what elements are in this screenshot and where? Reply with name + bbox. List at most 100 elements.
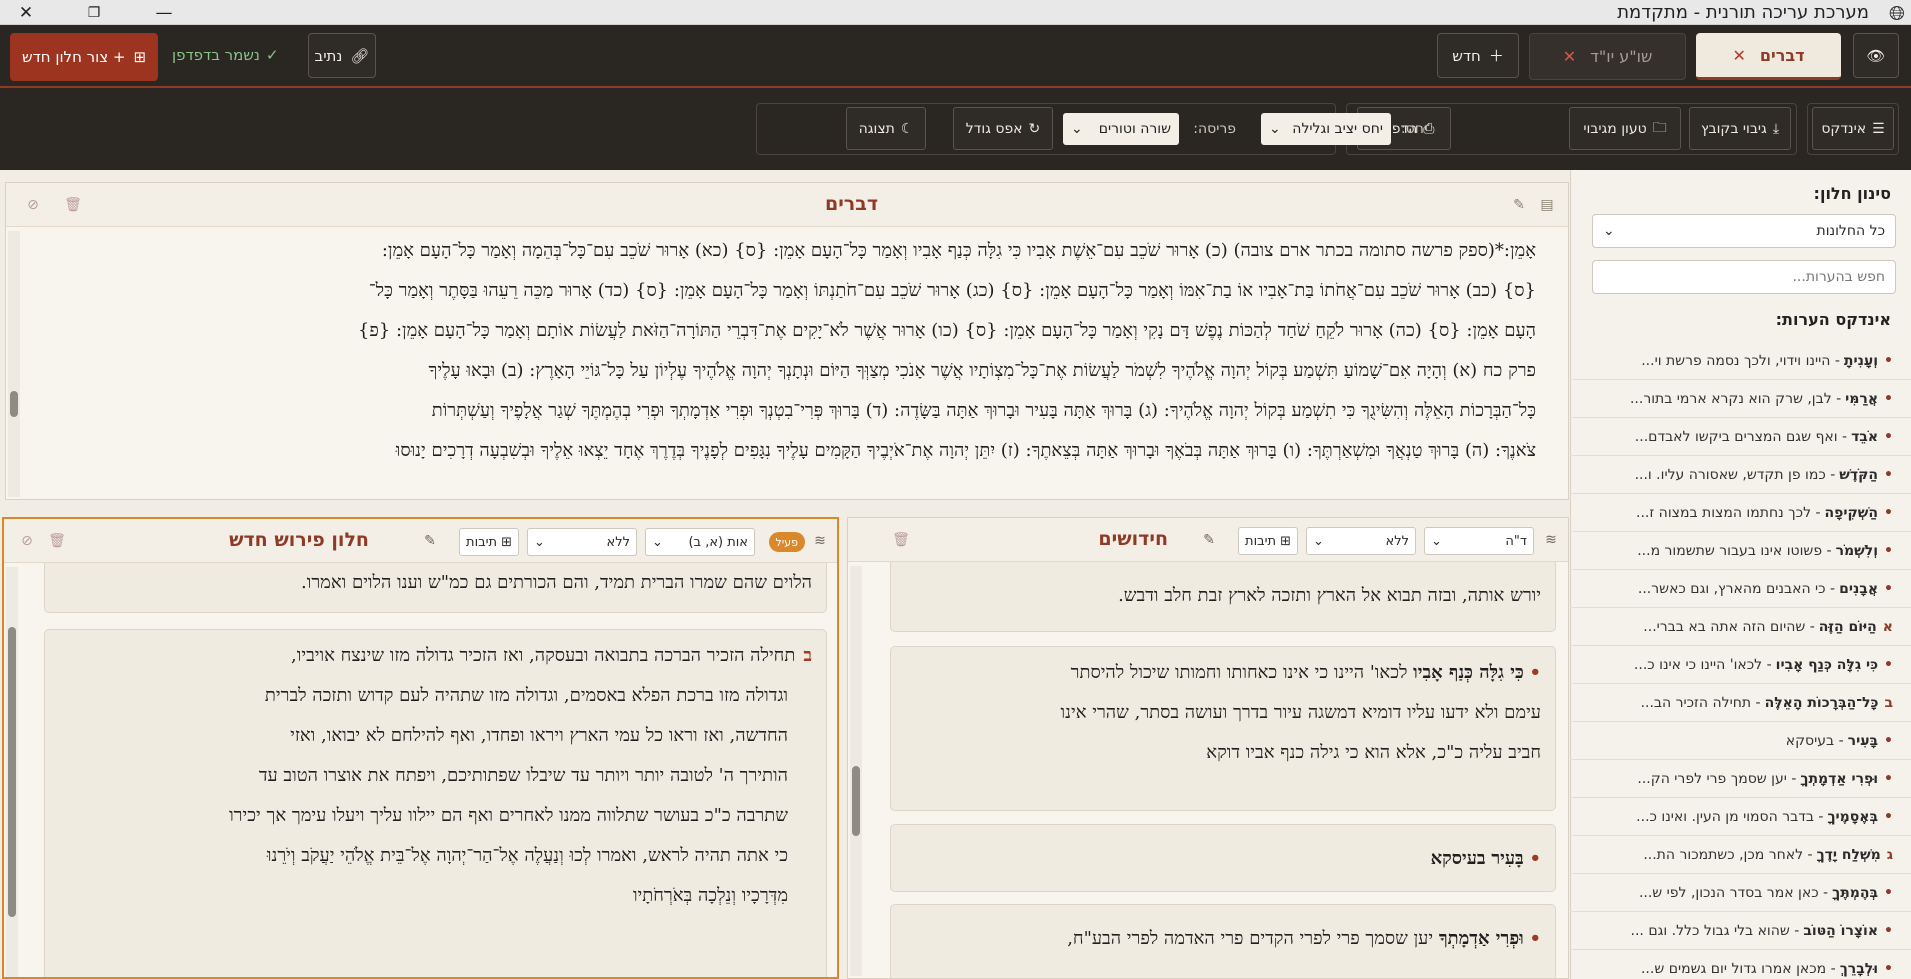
display-button[interactable]: ☾ תצוגה bbox=[846, 107, 926, 150]
index-item[interactable]: • הַשְׁקִיפָה - לכך נחתמו המצות במצוה ז..… bbox=[1570, 494, 1911, 532]
index-item-marker: • bbox=[1884, 390, 1893, 407]
index-item-head: אוֹצָרוֹ הַטּוֹב bbox=[1803, 922, 1879, 939]
index-item-head: וּלְבָרֵךְ bbox=[1839, 960, 1879, 977]
main-scrollbar[interactable] bbox=[8, 231, 20, 497]
relation-label: יחס: bbox=[1400, 121, 1427, 137]
index-item[interactable]: ב כָּל־הַבְּרָכוֹת הָאֵלֶּה - תחילה הזכיר… bbox=[1570, 684, 1911, 722]
panel-header: ≋ ד"ה ⌄ ללא ⌄ ⊞ תיבות ✎ חידושים 🗑︎ bbox=[848, 518, 1568, 562]
index-item[interactable]: • אֹבֵד - ואף שגם המצרים ביקשו לאבדם... bbox=[1570, 418, 1911, 456]
notes-search-input[interactable]: חפש בהערות... bbox=[1592, 260, 1896, 294]
bullet-icon: • bbox=[1529, 662, 1541, 683]
saved-status: ✓ נשמר בדפדפן bbox=[172, 46, 279, 64]
index-item[interactable]: • אֲבָנִים - כי האבנים מהארץ, וגם כאשר... bbox=[1570, 570, 1911, 608]
index-item-head: בְּהֶמְתֶּךָ bbox=[1832, 884, 1879, 901]
layout-select[interactable]: שורה וטורים ⌄ bbox=[1063, 113, 1179, 145]
restore-window-icon[interactable]: ❐ bbox=[74, 0, 114, 25]
index-item-marker: • bbox=[1884, 466, 1893, 483]
text-line: פרק כח (א) וְהָיָה אִם־שָׁמוֹעַ תִּשְׁמַ… bbox=[428, 360, 1536, 381]
comment-card[interactable]: הלוים שהם שמרו הברית תמיד, והם הכורתים ג… bbox=[44, 563, 827, 613]
comment-card[interactable]: ב תחילה הזכיר הברכה בתבואה ובעסקה, ואז ה… bbox=[44, 629, 827, 977]
trash-icon[interactable]: 🗑︎ bbox=[60, 192, 86, 218]
main-text-panel: ▤ ✎ דברים 🗑︎ ⊘ אָמֵן:*(ספק פרשה סתומה בכ… bbox=[5, 182, 1569, 500]
index-item-marker: • bbox=[1884, 922, 1893, 939]
scroll-thumb[interactable] bbox=[852, 766, 860, 836]
window-filter-select[interactable]: כל החלונות ⌄ bbox=[1592, 214, 1896, 248]
bullet-icon: • bbox=[1529, 928, 1541, 949]
check-circle-icon: ✓ bbox=[265, 46, 279, 64]
comment-card[interactable]: יורש אותה, ובזה תבוא אל הארץ ותזכה לארץ … bbox=[890, 562, 1556, 632]
letter-style-select[interactable]: אות (א, ב) ⌄ bbox=[645, 528, 755, 556]
comment-card[interactable]: • כִּי גִלָּה כְּנַף אָבִיו לכאו' היינו … bbox=[890, 646, 1556, 811]
tab-label: שו"ע יו"ד bbox=[1590, 47, 1653, 66]
layers-icon[interactable]: ≋ bbox=[1538, 527, 1564, 553]
create-new-window-button[interactable]: ⊞ + צור חלון חדש bbox=[10, 33, 158, 81]
edit-icon[interactable]: ✎ bbox=[417, 528, 443, 554]
backup-to-file-button[interactable]: ⤓ גיבוי בקובץ bbox=[1689, 107, 1791, 150]
chidushim-panel: ≋ ד"ה ⌄ ללא ⌄ ⊞ תיבות ✎ חידושים 🗑︎ יורש … bbox=[847, 517, 1569, 979]
index-item[interactable]: • וְלִשְׁמֹר - פשוטו אינו בעבור שתשמור מ.… bbox=[1570, 532, 1911, 570]
relation-select[interactable]: יחס יציב וגלילה ⌄ bbox=[1261, 113, 1391, 145]
list-icon: ☰ bbox=[1872, 120, 1885, 137]
scroll-thumb[interactable] bbox=[10, 391, 18, 417]
index-button[interactable]: ☰ אינדקס bbox=[1812, 107, 1894, 150]
moon-icon: ☾ bbox=[900, 120, 914, 137]
index-item-text: - שהיום הזה אתה בא בברי... bbox=[1643, 618, 1815, 635]
trash-icon[interactable]: 🗑︎ bbox=[44, 528, 70, 554]
close-tab-icon[interactable]: ✕ bbox=[1732, 46, 1745, 65]
layers-icon[interactable]: ≋ bbox=[807, 528, 833, 554]
index-item[interactable]: • הַקֹּדֶשׁ - כמו פן תקדש, שאסורה עליו. ו… bbox=[1570, 456, 1911, 494]
tab-devarim[interactable]: דברים ✕ bbox=[1696, 33, 1841, 80]
chevron-down-icon: ⌄ bbox=[534, 534, 545, 550]
boxes-button[interactable]: ⊞ תיבות bbox=[459, 528, 519, 556]
load-backup-button[interactable]: 🗀︎ טעון מגיבוי bbox=[1569, 107, 1681, 150]
boxes-button[interactable]: ⊞ תיבות bbox=[1238, 527, 1298, 555]
bullet-icon: • bbox=[1529, 848, 1541, 869]
marker-style-select[interactable]: ללא ⌄ bbox=[527, 528, 637, 556]
reset-size-button[interactable]: ↻ אפס גודל bbox=[953, 107, 1053, 150]
chevron-down-icon: ⌄ bbox=[1603, 223, 1615, 239]
index-item[interactable]: • אוֹצָרוֹ הַטּוֹב - שהוא בלי גבול כלל. ו… bbox=[1570, 912, 1911, 950]
chevron-down-icon: ⌄ bbox=[1313, 533, 1324, 549]
index-item[interactable]: • אֲרַמִּי - לבן, שרק הוא נקרא ארמי בתור.… bbox=[1570, 380, 1911, 418]
marker-style-select[interactable]: ללא ⌄ bbox=[1306, 527, 1416, 555]
new-tab-button[interactable]: ＋ חדש bbox=[1437, 33, 1519, 78]
index-item[interactable]: • וּפְרִי אַדְמָתְךָ - יען שסמך פרי לפרי … bbox=[1570, 760, 1911, 798]
refresh-icon: ↻ bbox=[1028, 120, 1041, 137]
index-item[interactable]: • בְּאֶסָמֶיךָ - בדבר הסמוי מן העין. ואינ… bbox=[1570, 798, 1911, 836]
edit-icon[interactable]: ✎ bbox=[1196, 527, 1222, 553]
index-item-text: - כמו פן תקדש, שאסורה עליו. ו... bbox=[1634, 466, 1836, 483]
index-item-text: - היינו וידוי, ולכך נסמה פרשת וי... bbox=[1641, 352, 1840, 369]
index-item[interactable]: • בָּעִיר - בעיסקא bbox=[1570, 722, 1911, 760]
preview-toggle-button[interactable]: 👁︎ bbox=[1853, 33, 1899, 78]
index-item[interactable]: • בְּהֶמְתֶּךָ - כאן אמר בסדר הנכון, לפי … bbox=[1570, 874, 1911, 912]
close-window-icon[interactable]: ✕ bbox=[6, 0, 46, 25]
commentary-scrollbar[interactable] bbox=[850, 566, 862, 976]
download-icon: ⤓ bbox=[1772, 120, 1780, 137]
document-icon[interactable]: ▤ bbox=[1534, 192, 1560, 218]
index-item-head: בָּעִיר bbox=[1847, 732, 1879, 749]
index-sidebar: סינון חלון: כל החלונות ⌄ חפש בהערות... א… bbox=[1570, 170, 1911, 979]
comment-card[interactable]: • וּפְרִי אַדְמָתְךָ יען שסמך פרי לפרי ה… bbox=[890, 904, 1556, 978]
index-item[interactable]: • כִּי גִלָּה כְּנַף אָבִיו - לכאו' היינו… bbox=[1570, 646, 1911, 684]
index-item[interactable]: ג מִשְׁלַח יָדֶךָ - לאחר מכן, כשתמכור הת.… bbox=[1570, 836, 1911, 874]
index-item[interactable]: א הַיּוֹם הַזֶּה - שהיום הזה אתה בא בברי.… bbox=[1570, 608, 1911, 646]
scroll-thumb[interactable] bbox=[8, 627, 16, 917]
path-button[interactable]: 🔗︎ נתיב bbox=[308, 33, 376, 78]
index-item-marker: • bbox=[1884, 542, 1893, 559]
panel-header: ≋ פעיל אות (א, ב) ⌄ ללא ⌄ ⊞ תיבות ✎ חלון… bbox=[4, 519, 837, 563]
commentary-scrollbar[interactable] bbox=[6, 567, 18, 977]
tab-shulchan-aruch[interactable]: שו"ע יו"ד ✕ bbox=[1529, 33, 1686, 80]
trash-icon[interactable]: 🗑︎ bbox=[888, 527, 914, 553]
close-tab-icon[interactable]: ✕ bbox=[1563, 47, 1576, 66]
hide-icon[interactable]: ⊘ bbox=[14, 528, 40, 554]
chevron-down-icon: ⌄ bbox=[1269, 121, 1281, 137]
comment-card[interactable]: • בָּעִיר בעיסקא bbox=[890, 824, 1556, 892]
index-item[interactable]: • וּלְבָרֵךְ - מכאן אמרו גדול יום גשמים ש… bbox=[1570, 950, 1911, 979]
edit-icon[interactable]: ✎ bbox=[1506, 192, 1532, 218]
index-item-text: - בעיסקא bbox=[1785, 732, 1844, 749]
minimize-window-icon[interactable]: — bbox=[144, 0, 184, 25]
hide-icon[interactable]: ⊘ bbox=[20, 192, 46, 218]
index-item[interactable]: • וְעָנִיתָ - היינו וידוי, ולכך נסמה פרשת… bbox=[1570, 342, 1911, 380]
new-commentary-panel: ≋ פעיל אות (א, ב) ⌄ ללא ⌄ ⊞ תיבות ✎ חלון… bbox=[2, 517, 839, 979]
letter-style-select[interactable]: ד"ה ⌄ bbox=[1424, 527, 1534, 555]
